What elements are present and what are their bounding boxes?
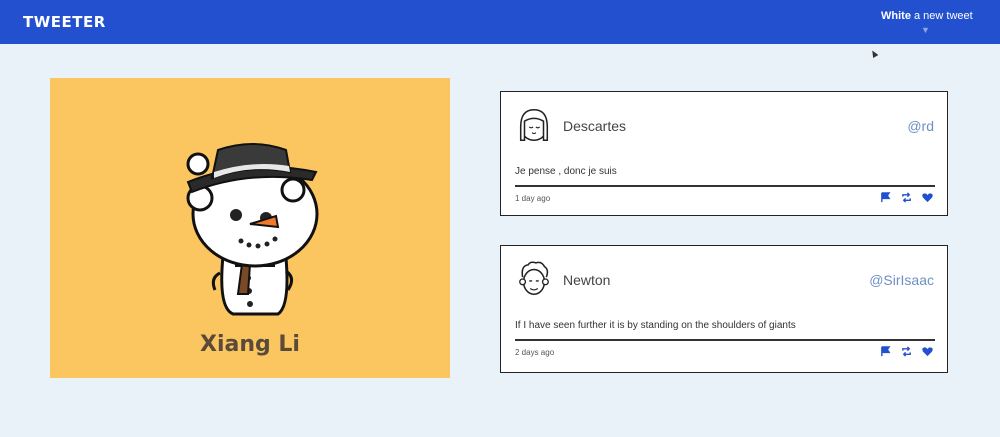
tweet-timestamp: 1 day ago — [515, 194, 551, 203]
tweet-card: Descartes @rd Je pense , donc je suis 1 … — [500, 91, 948, 216]
retweet-icon[interactable] — [901, 346, 912, 357]
tweet-author-handle[interactable]: @rd — [907, 118, 934, 134]
tweet-divider — [515, 339, 935, 341]
compose-label-rest: a new tweet — [910, 10, 973, 22]
profile-card: Xiang Li — [50, 78, 450, 378]
tweet-divider — [515, 185, 935, 187]
snowman-avatar-icon — [186, 143, 319, 316]
flag-icon[interactable] — [880, 346, 891, 357]
tweet-actions — [880, 346, 933, 357]
compose-label-bold: White — [881, 10, 911, 22]
flag-icon[interactable] — [880, 192, 891, 203]
retweet-icon[interactable] — [901, 192, 912, 203]
profile-name: Xiang Li — [200, 332, 300, 357]
tweet-author-name[interactable]: Descartes — [563, 118, 626, 134]
tweet-author-handle[interactable]: @SirIsaac — [869, 272, 934, 288]
top-navbar: TWEETER White a new tweet ▼ — [0, 0, 1000, 44]
tweet-timestamp: 2 days ago — [515, 348, 555, 357]
brand-logo[interactable]: TWEETER — [23, 13, 106, 31]
tweet-text: Je pense , donc je suis — [515, 166, 617, 177]
tweet-author-name[interactable]: Newton — [563, 272, 610, 288]
tweet-card: Newton @SirIsaac If I have seen further … — [500, 245, 948, 373]
user-avatar-icon — [519, 109, 549, 141]
heart-icon[interactable] — [922, 192, 933, 203]
tweet-actions — [880, 192, 933, 203]
chevron-down-icon[interactable]: ▼ — [921, 25, 930, 35]
tweet-text: If I have seen further it is by standing… — [515, 320, 796, 331]
write-tweet-link[interactable]: White a new tweet — [881, 10, 973, 22]
user-avatar-icon — [519, 261, 549, 295]
heart-icon[interactable] — [922, 346, 933, 357]
mouse-cursor-icon — [869, 48, 879, 59]
